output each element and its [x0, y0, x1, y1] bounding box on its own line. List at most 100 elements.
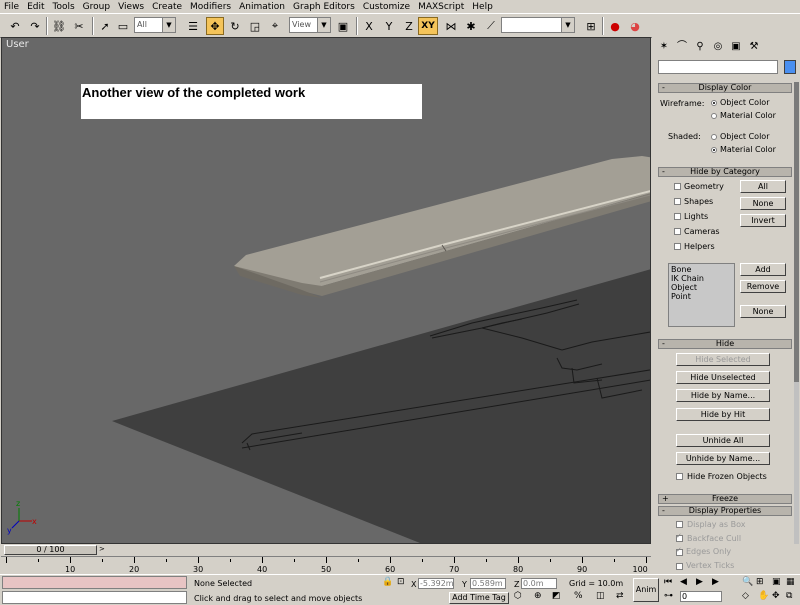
list-item[interactable]: Bone — [671, 265, 732, 274]
time-slider-knob[interactable]: 0 / 100 — [4, 545, 97, 555]
select-object-icon[interactable]: ➚ — [96, 17, 114, 35]
object-color-swatch[interactable] — [784, 60, 796, 74]
absolute-mode-icon[interactable]: ⊡ — [397, 577, 405, 587]
geometry-checkbox[interactable] — [674, 183, 681, 190]
pan-icon[interactable]: ✋ — [758, 591, 769, 601]
current-frame-field[interactable]: 0 — [680, 591, 722, 602]
selection-filter-dropdown[interactable]: All ▼ — [134, 17, 176, 33]
material-editor-icon[interactable]: ● — [606, 17, 624, 35]
y-coordinate-field[interactable]: 0.589m — [470, 578, 506, 589]
zoom-extents-icon[interactable]: ▣ — [772, 577, 781, 587]
list-item[interactable]: IK Chain Object — [671, 274, 732, 292]
menu-tools[interactable]: Tools — [49, 2, 79, 12]
restrict-y-icon[interactable]: Y — [380, 17, 398, 35]
display-color-rollout[interactable]: - Display Color — [658, 83, 792, 93]
key-mode-icon[interactable]: ⇄ — [616, 591, 624, 601]
menu-create[interactable]: Create — [148, 2, 186, 12]
hide-by-hit-button[interactable]: Hide by Hit — [676, 408, 770, 421]
none-category-button[interactable]: None — [740, 305, 786, 318]
menu-views[interactable]: Views — [114, 2, 148, 12]
menu-graph-editors[interactable]: Graph Editors — [289, 2, 359, 12]
display-as-box-checkbox[interactable] — [676, 521, 683, 528]
menu-file[interactable]: File — [0, 2, 23, 12]
wireframe-object-color-radio[interactable] — [711, 100, 717, 106]
hide-by-name-button[interactable]: Hide by Name... — [676, 389, 770, 402]
hide-unselected-button[interactable]: Hide Unselected — [676, 371, 770, 384]
restrict-z-icon[interactable]: Z — [400, 17, 418, 35]
helpers-checkbox[interactable] — [674, 243, 681, 250]
unlink-icon[interactable]: ✂ — [70, 17, 88, 35]
unhide-by-name-button[interactable]: Unhide by Name... — [676, 452, 770, 465]
schematic-view-icon[interactable]: ⊞ — [582, 17, 600, 35]
hide-selected-button[interactable]: Hide Selected — [676, 353, 770, 366]
play-icon[interactable]: ▶ — [696, 577, 703, 587]
shaded-object-color-radio[interactable] — [711, 134, 717, 140]
select-and-rotate-icon[interactable]: ↻ — [226, 17, 244, 35]
category-list[interactable]: Bone IK Chain Object Point — [668, 263, 735, 327]
shapes-checkbox[interactable] — [674, 198, 681, 205]
utilities-tab-icon[interactable]: ⚒ — [746, 40, 762, 54]
wireframe-material-color-radio[interactable] — [711, 113, 717, 119]
menu-group[interactable]: Group — [79, 2, 114, 12]
lock-selection-icon[interactable]: 🔒 — [382, 577, 393, 587]
restrict-xy-plane-button[interactable]: XY — [418, 17, 438, 35]
scrollbar-thumb[interactable] — [794, 82, 799, 382]
angle-snap-icon[interactable]: ◩ — [552, 591, 561, 601]
menu-animation[interactable]: Animation — [235, 2, 289, 12]
add-time-tag-button[interactable]: Add Time Tag — [449, 592, 509, 604]
use-center-flyout-icon[interactable]: ▣ — [334, 17, 352, 35]
zoom-icon[interactable]: 🔍 — [742, 577, 753, 587]
next-frame-arrow-icon[interactable]: > — [99, 545, 105, 553]
cameras-checkbox[interactable] — [674, 228, 681, 235]
spacing-tool-icon[interactable]: ⟋ — [482, 17, 500, 35]
edges-only-checkbox[interactable] — [676, 546, 683, 556]
zoom-all-icon[interactable]: ⊞ — [756, 577, 764, 587]
create-tab-icon[interactable]: ✶ — [656, 40, 672, 54]
display-tab-icon[interactable]: ▣ — [728, 40, 744, 54]
backface-cull-checkbox[interactable] — [676, 532, 683, 542]
zoom-extents-all-icon[interactable]: ▦ — [786, 577, 795, 587]
hide-all-button[interactable]: All — [740, 180, 786, 193]
x-coordinate-field[interactable]: -5.392m — [418, 578, 454, 589]
mirror-icon[interactable]: ⋈ — [442, 17, 460, 35]
z-coordinate-field[interactable]: 0.0m — [521, 578, 557, 589]
undo-icon[interactable]: ↶ — [6, 17, 24, 35]
percent-snap-icon[interactable]: % — [574, 591, 583, 601]
add-category-button[interactable]: Add — [740, 263, 786, 276]
lights-checkbox[interactable] — [674, 213, 681, 220]
viewport-label[interactable]: User — [6, 39, 29, 50]
render-scene-icon[interactable]: ◕ — [626, 17, 644, 35]
hide-by-category-rollout[interactable]: - Hide by Category — [658, 167, 792, 177]
user-viewport[interactable]: x z y User Another view of the completed… — [1, 37, 651, 544]
menu-help[interactable]: Help — [468, 2, 497, 12]
hierarchy-tab-icon[interactable]: ⚲ — [692, 40, 708, 54]
display-properties-rollout[interactable]: - Display Properties — [658, 506, 792, 516]
shaded-material-color-radio[interactable] — [711, 147, 717, 153]
vertex-ticks-checkbox[interactable] — [676, 563, 683, 570]
menu-modifiers[interactable]: Modifiers — [186, 2, 235, 12]
spinner-snap-icon[interactable]: ◫ — [596, 591, 605, 601]
go-to-start-icon[interactable]: ⏮ — [664, 577, 672, 587]
list-item[interactable]: Point — [671, 292, 732, 301]
previous-frame-icon[interactable]: ◀ — [680, 577, 687, 587]
modify-tab-icon[interactable]: ⌒ — [674, 40, 690, 54]
menu-edit[interactable]: Edit — [23, 2, 48, 12]
named-selection-dropdown[interactable]: ▼ — [501, 17, 575, 33]
select-and-scale-icon[interactable]: ◲ — [246, 17, 264, 35]
maxscript-listener-mini[interactable] — [2, 576, 187, 589]
command-panel-scrollbar[interactable] — [794, 82, 799, 544]
align-icon[interactable]: ✱ — [462, 17, 480, 35]
time-slider[interactable]: 0 / 100 > — [1, 544, 651, 556]
animate-button[interactable]: Anim — [633, 578, 659, 602]
arc-rotate-icon[interactable]: ✥ — [772, 591, 780, 601]
snap-toggle-icon[interactable]: ⊕ — [534, 591, 542, 601]
object-name-field[interactable] — [658, 60, 778, 74]
menu-maxscript[interactable]: MAXScript — [414, 2, 468, 12]
freeze-rollout[interactable]: + Freeze — [658, 494, 792, 504]
select-and-move-icon[interactable]: ✥ — [206, 17, 224, 35]
redo-icon[interactable]: ↷ — [26, 17, 44, 35]
rectangular-selection-icon[interactable]: ▭ — [114, 17, 132, 35]
maximize-viewport-icon[interactable]: ⧉ — [786, 591, 792, 601]
reference-coordinate-dropdown[interactable]: View ▼ — [289, 17, 331, 33]
play-animation-icon[interactable]: ⬡ — [514, 591, 522, 601]
